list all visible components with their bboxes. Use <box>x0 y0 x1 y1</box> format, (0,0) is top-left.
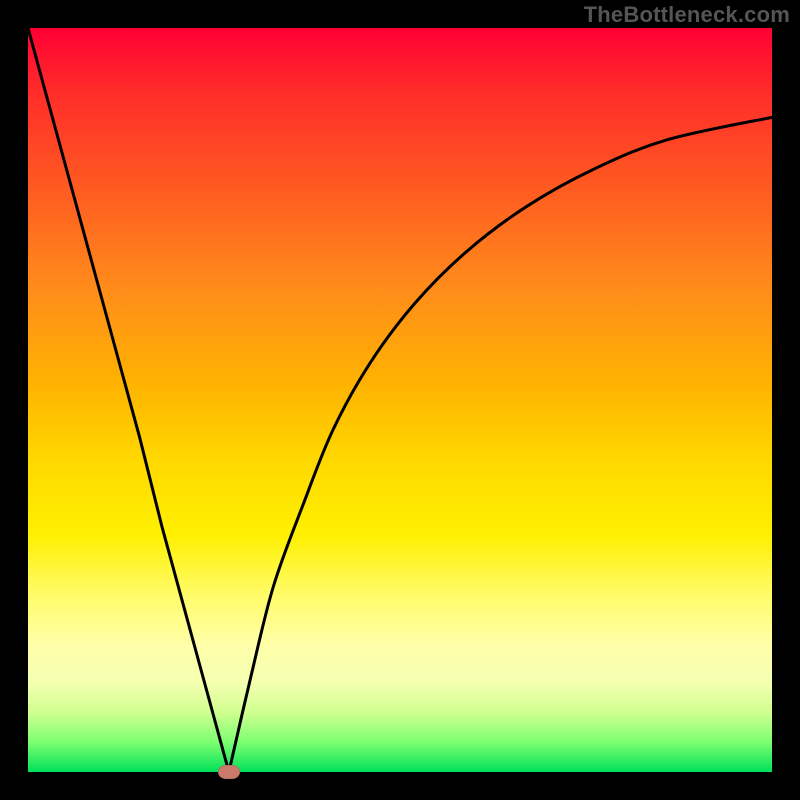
plot-area <box>28 28 772 772</box>
left-branch-line <box>28 28 229 772</box>
right-branch-line <box>229 117 772 772</box>
minimum-marker <box>218 765 240 779</box>
watermark-text: TheBottleneck.com <box>584 2 790 28</box>
curve-layer <box>28 28 772 772</box>
chart-frame: TheBottleneck.com <box>0 0 800 800</box>
